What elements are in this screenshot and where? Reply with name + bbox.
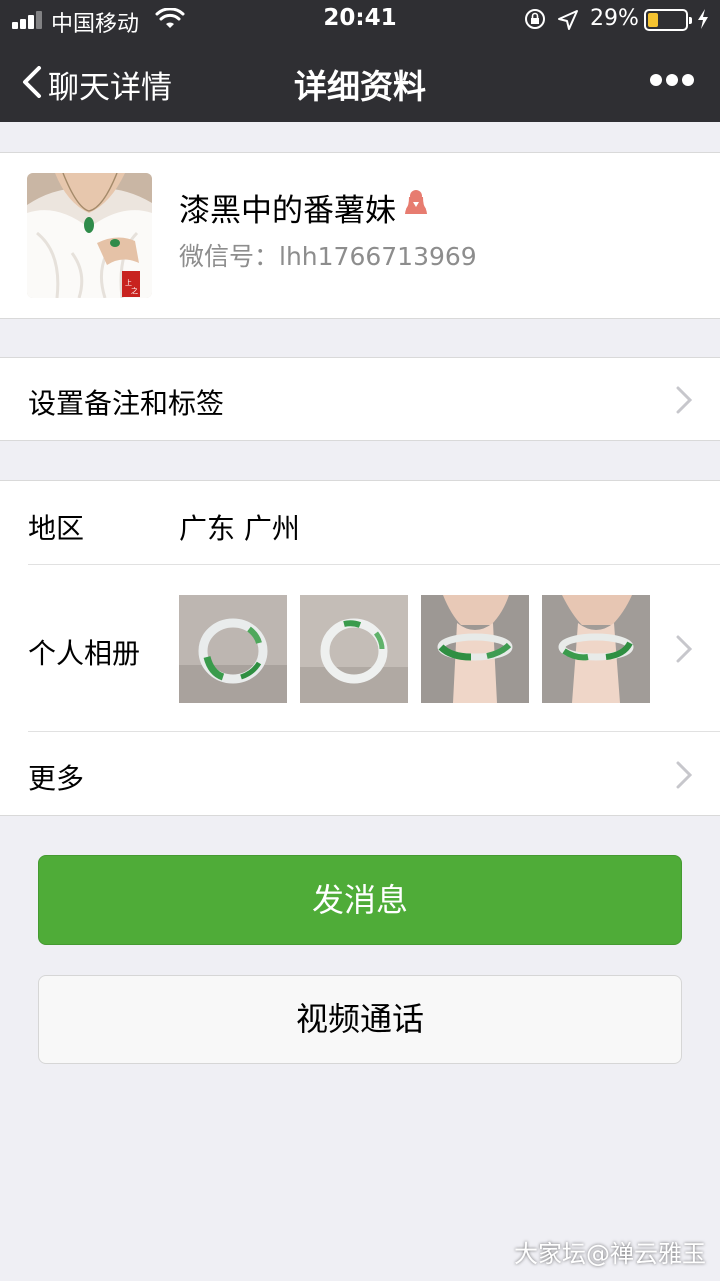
- wechat-id: 微信号：lhh1766713969: [179, 242, 477, 271]
- chevron-right-icon: [676, 635, 692, 663]
- header: 中国移动 20:41 29% 聊天详情 详细资料: [0, 0, 720, 122]
- location-icon: [558, 10, 578, 30]
- more-row[interactable]: [0, 732, 720, 816]
- more-options-icon[interactable]: [650, 74, 694, 88]
- profile-card[interactable]: 上 之 漆黑中的番薯妹 微信号：lhh1766713969: [0, 152, 720, 319]
- female-icon: [405, 190, 427, 214]
- info-card: 地区 广东 广州 个人相册 更多: [0, 480, 720, 816]
- chevron-right-icon: [676, 761, 692, 789]
- nickname: 漆黑中的番薯妹: [179, 193, 396, 229]
- navigation-bar: 聊天详情 详细资料: [0, 40, 720, 122]
- more-label: 更多: [28, 762, 85, 795]
- album-photo[interactable]: [542, 595, 650, 703]
- album-photo[interactable]: [421, 595, 529, 703]
- chevron-right-icon: [676, 386, 692, 414]
- page-title: 详细资料: [294, 67, 426, 106]
- region-label: 地区: [28, 512, 85, 545]
- album-photo[interactable]: [300, 595, 408, 703]
- album-photo[interactable]: [179, 595, 287, 703]
- svg-text:之: 之: [131, 286, 138, 295]
- status-bar: 中国移动 20:41 29%: [0, 0, 720, 40]
- battery-icon: [644, 9, 692, 31]
- charging-icon: [698, 9, 708, 29]
- svg-text:上: 上: [125, 278, 132, 287]
- avatar[interactable]: 上 之: [27, 173, 152, 298]
- watermark: 大家坛@禅云雅玉: [514, 1240, 706, 1268]
- remark-and-tags-row[interactable]: 设置备注和标签: [0, 357, 720, 441]
- send-message-button[interactable]: 发消息: [38, 855, 682, 945]
- rotation-lock-icon: [525, 9, 545, 29]
- region-value: 广东 广州: [179, 512, 300, 545]
- battery-percent: 29%: [590, 6, 639, 31]
- video-call-button[interactable]: 视频通话: [38, 975, 682, 1064]
- album-label: 个人相册: [28, 637, 141, 670]
- remark-label: 设置备注和标签: [28, 387, 225, 420]
